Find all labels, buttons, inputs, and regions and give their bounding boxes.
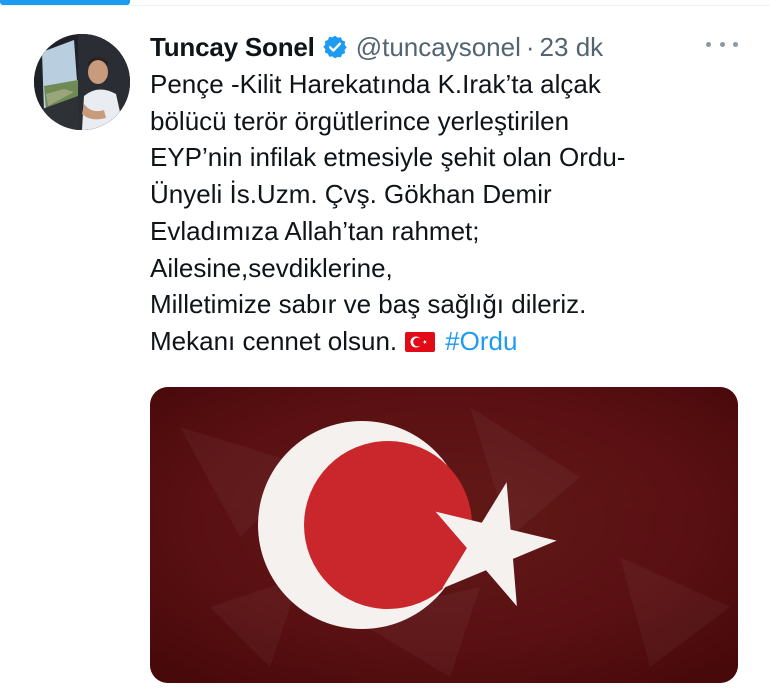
tweet-text-line: EYP’nin infilak etmesiyle şehit olan Ord… [150, 142, 626, 173]
divider [0, 5, 770, 6]
separator-dot: · [525, 31, 535, 62]
author-handle[interactable]: @tuncaysonel [356, 32, 521, 63]
avatar[interactable] [34, 34, 130, 130]
tweet-text-line: Ünyeli İs.Uzm. Çvş. Gökhan Demir [150, 179, 552, 210]
author-name[interactable]: Tuncay Sonel [150, 32, 315, 63]
tweet-text-line: Ailesine,sevdiklerine, [150, 252, 393, 283]
tweet-text: Pençe -Kilit Harekatında K.Irak’ta alçak… [150, 66, 750, 360]
tweet-text-line: Evladımıza Allah’tan rahmet; [150, 215, 480, 246]
more-options-icon[interactable] [706, 34, 738, 54]
tweet-text-last-line: Mekanı cennet olsun. #Ordu [150, 323, 750, 360]
timestamp[interactable]: 23 dk [540, 32, 604, 63]
verified-badge-icon [322, 34, 348, 60]
more-dot [733, 41, 738, 47]
hashtag-link[interactable]: #Ordu [445, 326, 517, 356]
turkish-flag-icon [150, 387, 738, 683]
tweet-media-image[interactable] [150, 387, 738, 683]
tweet-text-line: Milletimize sabır ve baş sağlığı dileriz… [150, 289, 587, 320]
more-dot [719, 41, 725, 47]
turkish-flag-emoji-icon [405, 325, 436, 352]
avatar-photo [34, 34, 130, 130]
tweet-text-line: bölücü terör örgütlerince yerleştirilen [150, 105, 570, 136]
tweet-header: Tuncay Sonel @tuncaysonel · 23 dk [150, 30, 603, 64]
more-dot [706, 41, 711, 47]
tweet-text-line: Pençe -Kilit Harekatında K.Irak’ta alçak [150, 69, 601, 99]
tweet-text-closing: Mekanı cennet olsun. [150, 325, 398, 356]
